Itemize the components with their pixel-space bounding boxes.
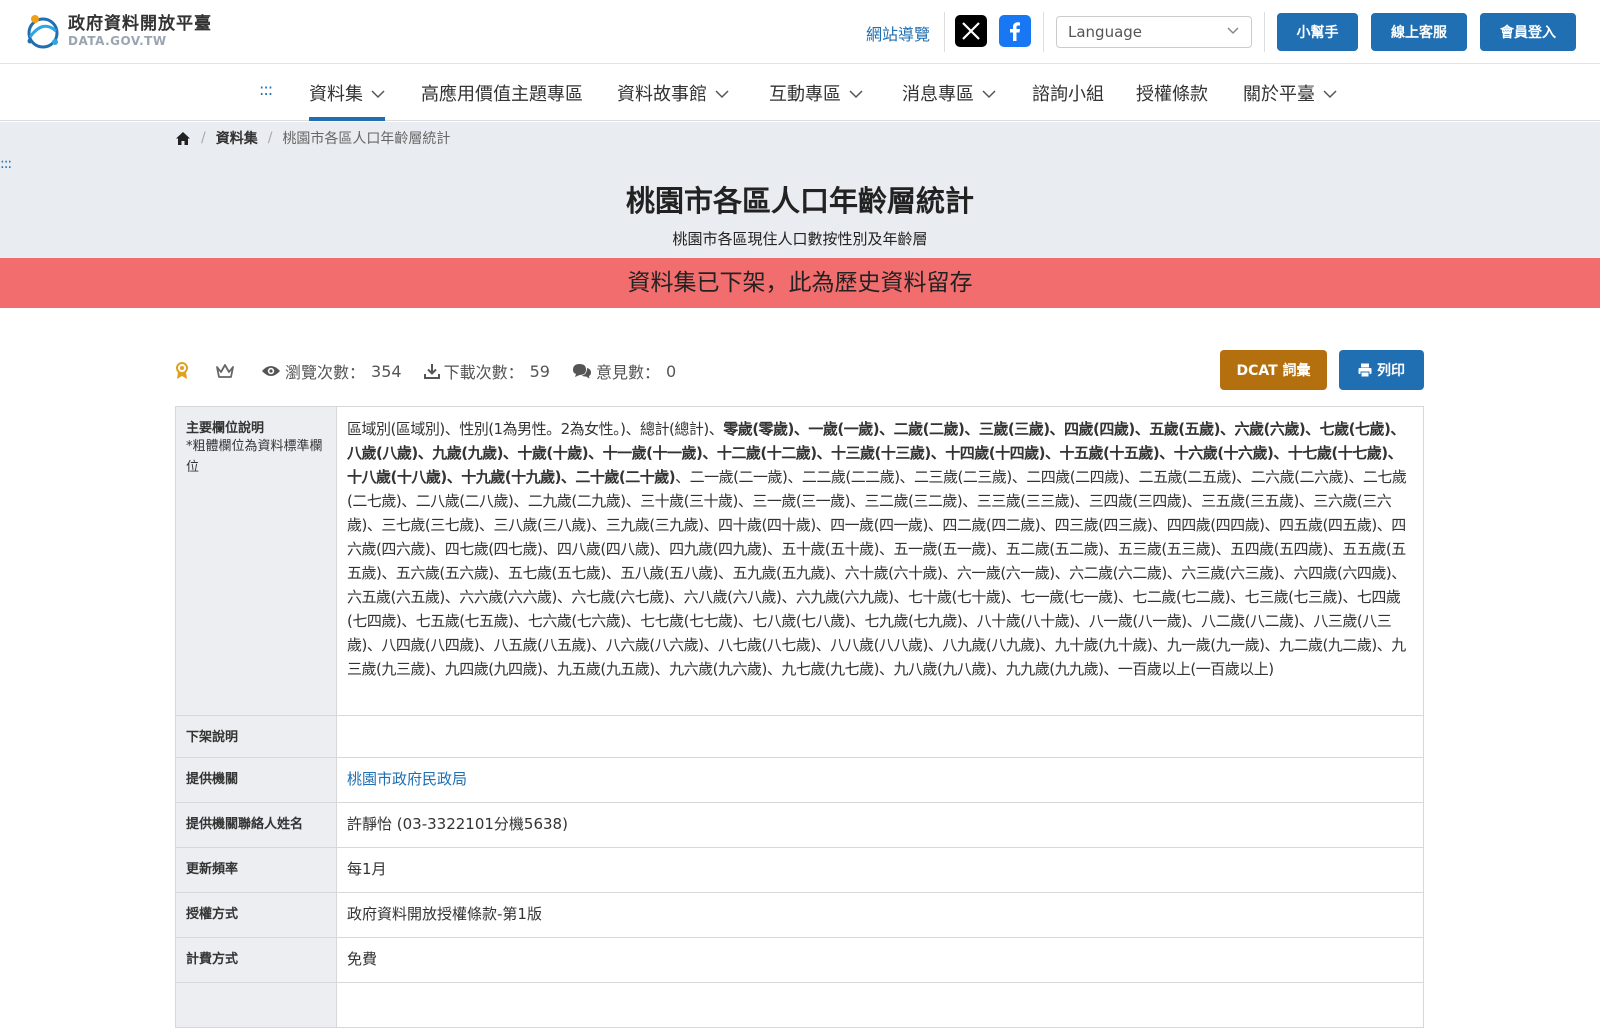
nav-about[interactable]: 關於平臺 xyxy=(1243,78,1337,108)
comments-icon xyxy=(572,363,592,379)
chevron-down-icon xyxy=(715,89,729,98)
comments-count: 0 xyxy=(665,361,677,381)
nav-license[interactable]: 授權條款 xyxy=(1136,78,1208,108)
downloads-count: 59 xyxy=(529,361,550,381)
breadcrumb-separator: / xyxy=(201,130,206,146)
language-placeholder: Language xyxy=(1068,23,1143,41)
comments-label: 意見數： xyxy=(595,363,660,382)
table-row xyxy=(175,982,1424,1028)
nav-news[interactable]: 消息專區 xyxy=(902,78,996,108)
print-button[interactable]: 列印 xyxy=(1339,350,1424,390)
nav-advisory[interactable]: 諮詢小組 xyxy=(1032,78,1104,108)
nav-label: 授權條款 xyxy=(1136,84,1208,105)
row-header: 下架說明 xyxy=(175,715,337,758)
table-row: 下架說明 xyxy=(175,715,1424,758)
row-header: 主要欄位說明 *粗體欄位為資料標準欄位 xyxy=(175,406,337,716)
row-header: 更新頻率 xyxy=(175,847,337,893)
site-map-link[interactable]: 網站導覽 xyxy=(866,21,930,45)
fields-value: 區域別(區域別)、性別(1為男性。2為女性。)、總計(總計)、零歲(零歲)、一歲… xyxy=(337,407,1424,716)
nav-label: 高應用價值主題專區 xyxy=(421,84,583,105)
row-header: 計費方式 xyxy=(175,937,337,983)
nav-data-stories[interactable]: 資料故事館 xyxy=(617,78,729,108)
header-divider xyxy=(944,12,945,52)
page-subtitle: 桃園市各區現住人口數按性別及年齡層 xyxy=(672,230,928,248)
home-icon[interactable] xyxy=(175,131,191,146)
agency-link[interactable]: 桃園市政府民政局 xyxy=(347,770,467,788)
print-label: 列印 xyxy=(1377,363,1405,379)
dcat-vocabulary-button[interactable]: DCAT 詞彙 xyxy=(1220,350,1327,390)
table-row: 提供機關 桃園市政府民政局 xyxy=(175,757,1424,803)
breadcrumb-separator: / xyxy=(267,130,273,146)
nav-datasets[interactable]: 資料集 xyxy=(309,78,385,121)
row-value xyxy=(337,983,1424,1028)
main-nav: ::: 資料集 高應用價值主題專區 資料故事館 互動專區 消息專區 諮詢小組 授… xyxy=(0,64,1600,121)
x-share-button[interactable] xyxy=(955,15,987,47)
chevron-down-icon xyxy=(1323,89,1337,98)
fields-label: 主要欄位說明 xyxy=(186,421,265,436)
views-count: 354 xyxy=(371,361,402,381)
x-icon xyxy=(962,22,980,40)
nav-label: 資料故事館 xyxy=(617,84,707,105)
chevron-down-icon xyxy=(371,89,385,98)
logo-icon xyxy=(27,15,59,49)
nav-high-value[interactable]: 高應用價值主題專區 xyxy=(421,78,583,108)
eye-icon xyxy=(261,364,281,378)
table-row: 更新頻率 每1月 xyxy=(175,847,1424,893)
nav-interactive[interactable]: 互動專區 xyxy=(769,78,863,108)
fields-plain-head: 區域別(區域別)、性別(1為男性。2為女性。)、總計(總計)、 xyxy=(347,420,724,438)
member-login-button[interactable]: 會員登入 xyxy=(1480,13,1576,51)
frequency-value: 每1月 xyxy=(347,860,387,878)
nav-label: 諮詢小組 xyxy=(1032,84,1104,105)
badge-icon xyxy=(175,362,189,380)
row-header: 授權方式 xyxy=(175,892,337,938)
row-header: 提供機關 xyxy=(175,757,337,803)
chevron-down-icon xyxy=(982,89,996,98)
assistant-button[interactable]: 小幫手 xyxy=(1277,13,1358,51)
views-label: 瀏覽次數： xyxy=(285,363,366,382)
online-service-button[interactable]: 線上客服 xyxy=(1371,13,1467,51)
accesskey-top[interactable]: ::: xyxy=(259,80,273,99)
license-value: 政府資料開放授權條款-第1版 xyxy=(347,905,542,923)
breadcrumb: / 資料集 / 桃園市各區人口年齡層統計 xyxy=(175,128,450,148)
facebook-share-button[interactable] xyxy=(999,15,1031,47)
downloads-label: 下載次數： xyxy=(443,363,524,382)
fields-note: *粗體欄位為資料標準欄位 xyxy=(186,439,323,475)
fee-value: 免費 xyxy=(347,950,378,968)
printer-icon xyxy=(1358,363,1372,377)
contact-value: 許靜怡 (03-3322101分機5638) xyxy=(347,815,568,833)
nav-label: 互動專區 xyxy=(769,84,841,105)
dataset-stats: 瀏覽次數： 354 下載次數： 59 意見數： 0 xyxy=(175,359,676,383)
chevron-down-icon xyxy=(849,89,863,98)
language-select[interactable]: Language xyxy=(1056,16,1252,48)
delisted-banner: 資料集已下架，此為歷史資料留存 xyxy=(0,258,1600,308)
row-header: 提供機關聯絡人姓名 xyxy=(175,802,337,848)
top-header: 政府資料開放平臺 DATA.GOV.TW 網站導覽 Language 小幫手 線… xyxy=(0,0,1600,64)
dataset-info-table: 主要欄位說明 *粗體欄位為資料標準欄位 區域別(區域別)、性別(1為男性。2為女… xyxy=(175,406,1424,1028)
chevron-down-icon xyxy=(1227,27,1239,35)
breadcrumb-datasets[interactable]: 資料集 xyxy=(216,128,258,148)
row-header xyxy=(175,982,337,1028)
breadcrumb-current: 桃園市各區人口年齡層統計 xyxy=(282,131,451,147)
accesskey-content[interactable]: ::: xyxy=(0,156,12,172)
table-row: 授權方式 政府資料開放授權條款-第1版 xyxy=(175,892,1424,938)
logo-title: 政府資料開放平臺 xyxy=(68,14,212,34)
page-title: 桃園市各區人口年齡層統計 xyxy=(625,184,974,218)
nav-label: 消息專區 xyxy=(902,84,974,105)
table-row: 主要欄位說明 *粗體欄位為資料標準欄位 區域別(區域別)、性別(1為男性。2為女… xyxy=(175,406,1424,716)
header-divider xyxy=(1043,12,1044,52)
site-logo[interactable]: 政府資料開放平臺 DATA.GOV.TW xyxy=(22,11,212,51)
nav-label: 關於平臺 xyxy=(1243,84,1315,105)
nav-label: 資料集 xyxy=(309,84,363,105)
table-row: 提供機關聯絡人姓名 許靜怡 (03-3322101分機5638) xyxy=(175,802,1424,848)
logo-subtitle: DATA.GOV.TW xyxy=(68,34,167,48)
download-icon xyxy=(423,363,440,379)
facebook-icon xyxy=(1010,22,1020,41)
dataset-hero: / 資料集 / 桃園市各區人口年齡層統計 ::: 桃園市各區人口年齡層統計 桃園… xyxy=(0,122,1600,258)
crown-icon xyxy=(215,363,235,379)
header-divider xyxy=(1264,12,1265,52)
table-row: 計費方式 免費 xyxy=(175,937,1424,983)
delist-value xyxy=(337,716,1424,758)
fields-rest: 、二一歲(二一歲)、二二歲(二二歲)、二三歲(二三歲)、二四歲(二四歲)、二五歲… xyxy=(347,468,1407,678)
